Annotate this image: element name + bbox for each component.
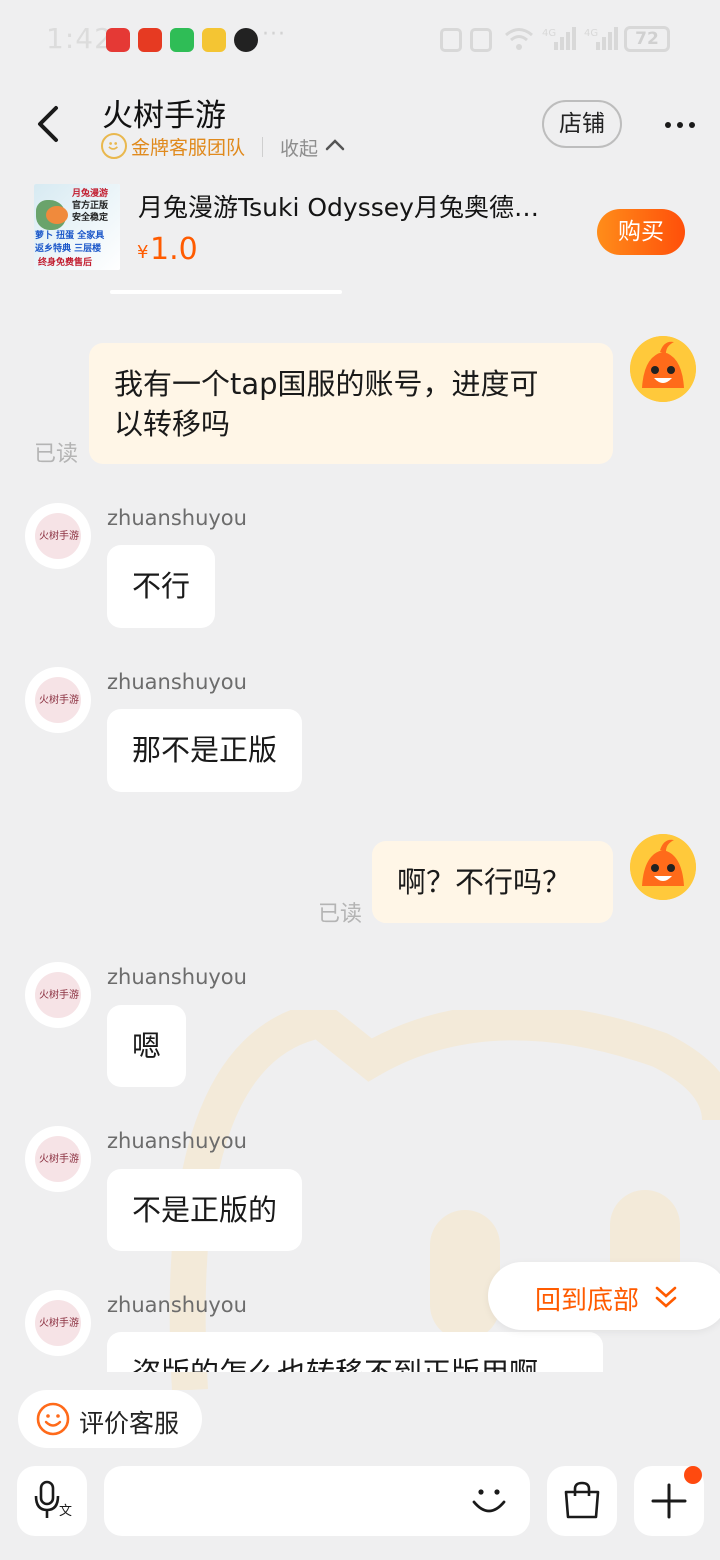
message-bubble-shop[interactable]: 嗯 [107,1005,187,1087]
shop-avatar[interactable]: 火树手游 [25,667,91,733]
store-button[interactable]: 店铺 [542,100,622,148]
product-picker-button[interactable] [547,1466,617,1536]
sender-name: zhuanshuyou [107,965,247,989]
wechat-app-icon [170,28,194,52]
previous-bubble-edge [110,290,342,294]
shop-avatar-text: 火树手游 [39,1318,79,1329]
message-bubble-shop[interactable]: 那不是正版 [107,709,303,792]
bunny-app-icon [202,28,226,52]
thumb-text-6: 终身免费售后 [38,258,93,268]
header-divider [262,137,263,157]
message-bubble-shop[interactable]: 盗版的怎么也转移不到正版用啊 [107,1332,603,1372]
service-team-label: 金牌客服团队 [131,137,246,159]
shopping-bag-icon [564,1481,600,1519]
message-bubble-shop[interactable]: 不是正版的 [107,1169,303,1251]
shop-avatar[interactable]: 火树手游 [25,503,91,569]
message-line: 我有一个tap国服的账号，进度可 [114,367,539,401]
svg-text:4G: 4G [542,28,556,39]
message-bubble-mine[interactable]: 我有一个tap国服的账号，进度可 以转移吗 [89,343,613,464]
product-thumbnail[interactable]: 月兔漫游 官方正版 安全稳定 萝卜 扭蛋 全家具 返乡特典 三层楼 终身免费售后 [34,184,120,270]
more-notifications-icon: ··· [262,22,286,47]
double-chevron-down-icon[interactable] [654,1284,678,1310]
collapse-button[interactable]: 收起 [280,134,318,161]
status-time: 1:42 [46,22,113,55]
message-bubble-shop[interactable]: 不行 [107,545,216,628]
battery-icon: 72 [624,26,670,52]
shop-avatar[interactable]: 火树手游 [25,1126,91,1192]
product-name[interactable]: 月兔漫游Tsuki Odyssey月兔奥德… [138,188,558,224]
sender-name: zhuanshuyou [107,1293,247,1317]
shop-avatar-text: 火树手游 [39,990,79,1001]
voice-input-button[interactable]: 文 [17,1466,87,1536]
shop-avatar[interactable]: 火树手游 [25,1290,91,1356]
sender-name: zhuanshuyou [107,1129,247,1153]
voice-text-badge: 文 [59,1504,73,1519]
my-avatar[interactable] [630,834,696,900]
back-to-bottom-label[interactable]: 回到底部 [535,1280,639,1317]
read-receipt: 已读 [34,442,79,467]
thumb-text-5: 返乡特典 三层楼 [35,244,102,254]
smile-badge-icon [101,133,127,159]
signal-4g-icon: 4G [542,27,576,50]
message-bubble-mine[interactable]: 啊？不行吗？ [372,841,613,923]
price-symbol: ¥ [137,242,149,263]
thumb-text-4: 萝卜 扭蛋 全家具 [35,231,105,241]
more-options-icon[interactable] [660,110,700,140]
plus-icon [651,1483,687,1519]
nfc-icon [440,28,462,52]
taobao-app-icon [138,28,162,52]
qq-app-icon [234,28,258,52]
shop-avatar[interactable]: 火树手游 [25,962,91,1028]
message-line: 以转移吗 [114,407,231,441]
notification-app-icon [106,28,130,52]
thumb-text-3: 安全稳定 [72,213,109,223]
chevron-up-icon[interactable] [324,137,346,153]
svg-text:4G: 4G [584,28,598,39]
rate-service-label[interactable]: 评价客服 [79,1404,179,1440]
smile-icon [36,1402,70,1436]
back-arrow-icon[interactable] [30,104,70,144]
product-price: 1.0 [150,232,198,267]
my-avatar[interactable] [630,336,696,402]
vibrate-icon [470,28,492,52]
signal-4g-icon-2: 4G [584,27,618,50]
shop-avatar-text: 火树手游 [39,1154,79,1165]
emoji-icon[interactable] [468,1480,510,1522]
notification-dot [684,1466,702,1484]
page-title: 火树手游 [102,98,226,134]
message-clip: 盗版的怎么也转移不到正版用啊 [107,1332,603,1372]
message-input[interactable] [104,1466,530,1536]
wifi-icon [505,28,533,50]
sender-name: zhuanshuyou [107,670,247,694]
read-receipt: 已读 [318,902,363,927]
shop-avatar-text: 火树手游 [39,695,79,706]
sender-name: zhuanshuyou [107,506,247,530]
buy-button[interactable]: 购买 [597,209,685,255]
shop-avatar-text: 火树手游 [39,531,79,542]
